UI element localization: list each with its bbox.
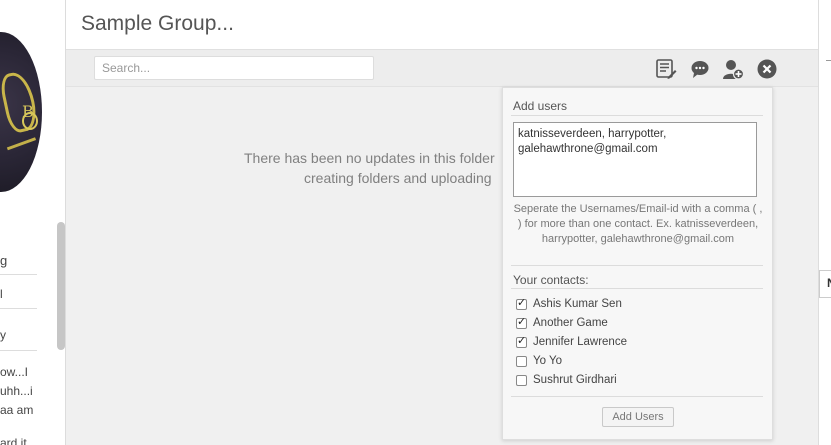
add-users-title: Add users (513, 99, 568, 113)
sidebar-item[interactable]: ow...I (0, 365, 28, 379)
contact-item[interactable]: Yo Yo (516, 353, 562, 369)
divider (511, 396, 763, 397)
contact-item[interactable]: Sushrut Girdhari (516, 372, 617, 388)
contact-checkbox[interactable] (516, 296, 527, 310)
right-side-tab[interactable]: N (819, 270, 831, 298)
add-users-textarea[interactable]: katnisseverdeen, harrypotter, galehawthr… (513, 122, 757, 197)
toolbar (66, 50, 818, 87)
contact-name: Ashis Kumar Sen (533, 298, 622, 310)
empty-state-line: creating folders and uploading (304, 170, 492, 186)
contact-name: Jennifer Lawrence (533, 336, 627, 348)
contact-name: Yo Yo (533, 355, 563, 367)
contact-item[interactable]: Another Game (516, 315, 608, 331)
close-icon[interactable] (756, 58, 778, 80)
contacts-title: Your contacts: (513, 273, 589, 287)
sidebar-item[interactable]: y (0, 328, 6, 342)
contact-checkbox[interactable] (516, 334, 527, 348)
sidebar-item[interactable]: ard it (0, 436, 27, 445)
edit-list-icon[interactable] (655, 58, 677, 80)
page-title: Sample Group... (81, 12, 234, 35)
empty-state-line: There has been no updates in this folder (244, 150, 495, 166)
divider (826, 60, 831, 61)
sidebar-item[interactable]: l (0, 287, 3, 301)
add-users-button[interactable]: Add Users (602, 407, 674, 427)
search-input[interactable] (94, 56, 374, 80)
contact-name: Sushrut Girdhari (533, 374, 617, 386)
sidebar-scrollbar[interactable] (57, 222, 65, 350)
sidebar-item[interactable]: uhh...i (0, 384, 33, 398)
contact-item[interactable]: Jennifer Lawrence (516, 334, 627, 350)
left-sidebar: B g l y ow...I uhh...i aa am ard it (0, 0, 66, 445)
divider (511, 115, 763, 116)
divider (511, 288, 763, 289)
chat-icon[interactable] (689, 58, 711, 80)
contact-item[interactable]: Ashis Kumar Sen (516, 296, 622, 312)
divider (511, 265, 763, 266)
add-users-hint: Seperate the Usernames/Email-id with a c… (513, 203, 763, 245)
contact-checkbox[interactable] (516, 374, 527, 386)
contact-checkbox[interactable] (516, 355, 527, 367)
contact-checkbox[interactable] (516, 315, 527, 329)
sidebar-item[interactable]: g (0, 253, 7, 268)
group-avatar[interactable]: B (0, 32, 42, 192)
add-user-icon[interactable] (722, 58, 745, 80)
contact-name: Another Game (533, 317, 608, 329)
right-panel-edge (818, 0, 831, 445)
add-users-panel: Add users katnisseverdeen, harrypotter, … (502, 87, 773, 440)
sidebar-item[interactable]: aa am (0, 403, 33, 417)
group-header: Sample Group... (66, 0, 818, 50)
